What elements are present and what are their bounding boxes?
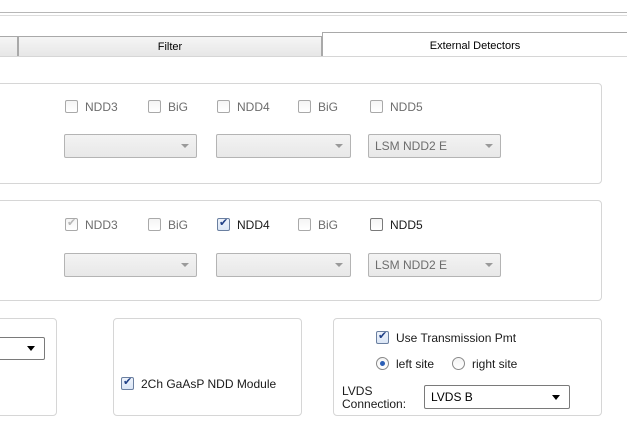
g1-ndd4-checkbox[interactable] — [217, 100, 230, 113]
g2-ndd4-checkbox[interactable] — [217, 216, 230, 231]
right-site-label: right site — [472, 357, 518, 371]
detector-group-2 — [0, 200, 602, 301]
module-checkbox[interactable] — [121, 375, 134, 390]
g1-ndd5-label: NDD5 — [390, 100, 423, 114]
g1-ndd3-checkbox[interactable] — [65, 100, 78, 113]
tab-external-detectors[interactable]: External Detectors — [322, 32, 627, 57]
chevron-down-icon — [181, 263, 189, 267]
g2-combo-3-value: LSM NDD2 E — [375, 258, 448, 272]
g1-big2-checkbox[interactable] — [298, 100, 311, 113]
lvds-label-line2: Connection: — [342, 397, 407, 411]
g1-big1-checkbox[interactable] — [148, 100, 161, 113]
module-group — [113, 318, 302, 416]
chevron-down-icon — [27, 346, 35, 351]
g1-ndd4-label: NDD4 — [237, 100, 270, 114]
g1-big2-label: BiG — [318, 100, 339, 114]
tab-previous[interactable] — [0, 36, 18, 57]
left-combo[interactable] — [0, 337, 45, 360]
g2-ndd3-checkbox[interactable] — [65, 216, 78, 231]
g2-combo-1[interactable] — [64, 253, 197, 277]
chevron-down-icon — [335, 263, 343, 267]
window-top-border — [0, 12, 627, 16]
module-label: 2Ch GaAsP NDD Module — [141, 377, 277, 391]
tab-divider — [0, 56, 627, 57]
g2-combo-3[interactable]: LSM NDD2 E — [368, 253, 501, 277]
g2-big2-checkbox[interactable] — [298, 218, 311, 231]
use-transmission-label: Use Transmission Pmt — [396, 331, 517, 345]
g1-ndd5-checkbox[interactable] — [370, 100, 383, 113]
g2-combo-2[interactable] — [216, 253, 351, 277]
g2-big1-checkbox[interactable] — [148, 218, 161, 231]
lvds-connection-label: LVDS Connection: — [342, 385, 406, 411]
chevron-down-icon — [485, 144, 493, 148]
tab-filter-label: Filter — [157, 41, 183, 53]
chevron-down-icon — [485, 263, 493, 267]
left-settings-group — [0, 318, 57, 416]
g2-ndd5-checkbox[interactable] — [370, 218, 383, 231]
g2-ndd5-label: NDD5 — [390, 218, 423, 232]
left-site-label: left site — [396, 357, 435, 371]
g1-combo-1[interactable] — [64, 134, 197, 158]
chevron-down-icon — [181, 144, 189, 148]
tab-external-detectors-label: External Detectors — [429, 40, 521, 52]
use-transmission-checkbox[interactable] — [376, 329, 389, 344]
g1-big1-label: BiG — [168, 100, 189, 114]
g2-ndd3-label: NDD3 — [85, 218, 118, 232]
left-site-radio[interactable] — [376, 357, 389, 370]
g1-ndd3-label: NDD3 — [85, 100, 118, 114]
chevron-down-icon — [335, 144, 343, 148]
g2-ndd4-label: NDD4 — [237, 218, 270, 232]
chevron-down-icon — [552, 395, 560, 400]
g2-big1-label: BiG — [168, 218, 189, 232]
lvds-connection-value: LVDS B — [431, 390, 473, 404]
g1-combo-2[interactable] — [216, 134, 351, 158]
lvds-connection-combo[interactable]: LVDS B — [424, 385, 570, 409]
g2-big2-label: BiG — [318, 218, 339, 232]
right-site-radio[interactable] — [452, 357, 465, 370]
g1-combo-3-value: LSM NDD2 E — [375, 139, 448, 153]
tab-filter[interactable]: Filter — [18, 36, 322, 57]
g1-combo-3[interactable]: LSM NDD2 E — [368, 134, 501, 158]
